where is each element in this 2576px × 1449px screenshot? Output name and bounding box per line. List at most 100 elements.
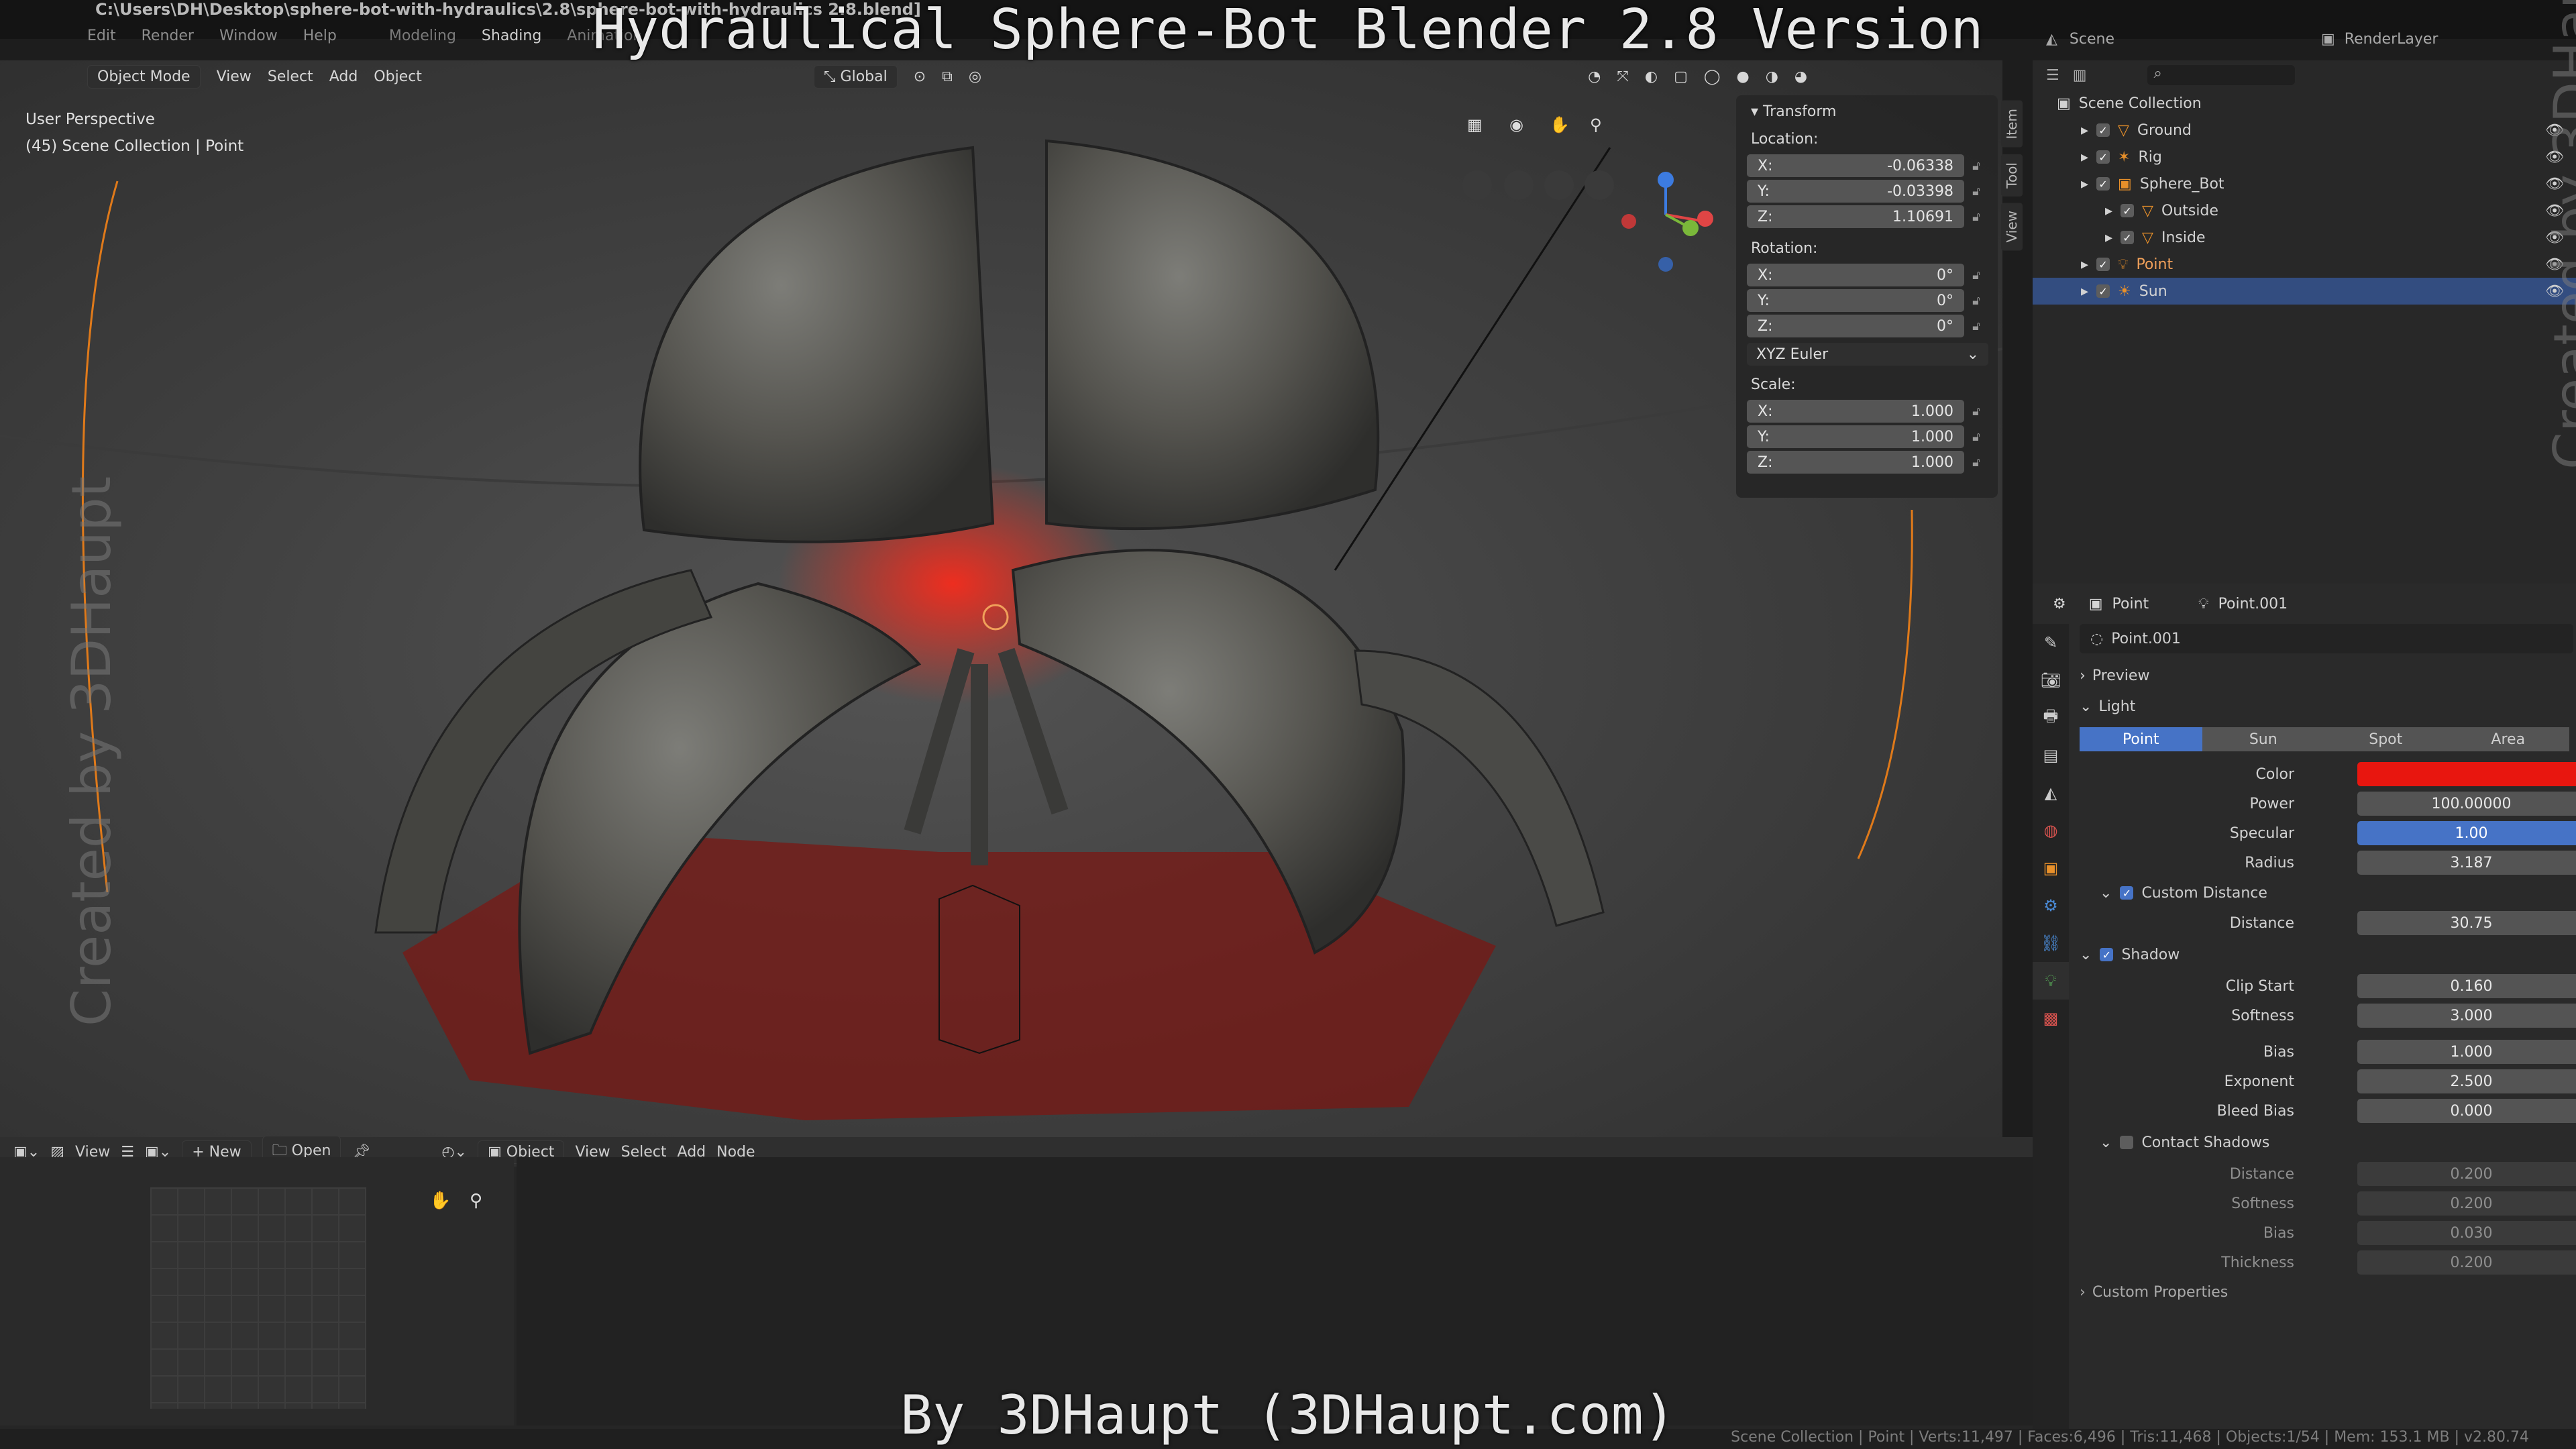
datablock-selector[interactable]: ◌ Point.001	[2080, 624, 2573, 653]
scene-tab-icon[interactable]: ◭	[2033, 774, 2069, 812]
outliner-item-inside[interactable]: ▸ ✓ ▽ Inside 👁︎	[2033, 224, 2576, 251]
rotation-mode-dropdown[interactable]: XYZ Euler ⌄	[1747, 343, 1988, 366]
xray-icon[interactable]: ▢	[1674, 68, 1688, 85]
outliner-item-outside[interactable]: ▸ ✓ ▽ Outside 👁︎	[2033, 197, 2576, 224]
cs-softness-field[interactable]: 0.200	[2357, 1191, 2576, 1216]
constraint-tab-icon[interactable]: ⛓	[2033, 924, 2069, 962]
3d-viewport[interactable]	[0, 60, 2002, 1137]
rotation-z-field[interactable]: Z: 0°	[1747, 315, 1964, 337]
wireframe-shading-icon[interactable]: ◯	[1704, 68, 1721, 85]
navigation-gizmo[interactable]	[1621, 172, 1713, 272]
tab-tool[interactable]: Tool	[2001, 154, 2023, 197]
exclude-checkbox[interactable]: ✓	[2096, 123, 2110, 137]
location-z-field[interactable]: Z: 1.10691	[1747, 205, 1964, 228]
proportional-edit-icon[interactable]: ◎	[969, 68, 981, 85]
solid-shading-icon[interactable]: ●	[1737, 68, 1750, 85]
expand-arrow-icon[interactable]: ▸	[2081, 149, 2088, 166]
expand-arrow-icon[interactable]: ▸	[2081, 256, 2088, 273]
custom-distance-checkbox[interactable]: ✓	[2120, 886, 2134, 900]
lock-icon[interactable]: 🔓︎	[1964, 455, 1988, 470]
outliner-item-ground[interactable]: ▸ ✓ ▽ Ground 👁︎	[2033, 117, 2576, 144]
light-type-sun[interactable]: Sun	[2202, 727, 2324, 751]
exclude-checkbox[interactable]: ✓	[2096, 177, 2110, 191]
lock-icon[interactable]: 🔓︎	[1964, 319, 1988, 333]
exponent-field[interactable]: 2.500	[2357, 1069, 2576, 1093]
outliner-root[interactable]: ▣ Scene Collection	[2033, 90, 2576, 117]
bias-field[interactable]: 1.000	[2357, 1040, 2576, 1064]
preview-section[interactable]: › Preview	[2080, 660, 2576, 691]
light-type-spot[interactable]: Spot	[2324, 727, 2447, 751]
exclude-checkbox[interactable]: ✓	[2096, 258, 2110, 271]
grid-view-icon[interactable]: ▦	[1467, 115, 1483, 134]
exclude-checkbox[interactable]: ✓	[2121, 231, 2135, 244]
lock-icon[interactable]: 🔓︎	[1964, 268, 1988, 282]
radius-field[interactable]: 3.187	[2357, 851, 2576, 875]
custom-properties-section[interactable]: › Custom Properties	[2080, 1277, 2576, 1307]
render-tab-icon[interactable]: 📷︎	[2033, 661, 2069, 699]
scale-x-field[interactable]: X: 1.000	[1747, 400, 1964, 423]
camera-view-icon[interactable]: ◉	[1509, 115, 1523, 134]
color-swatch[interactable]	[2357, 762, 2576, 786]
lock-icon[interactable]: 🔓︎	[1964, 159, 1988, 173]
power-field[interactable]: 100.00000	[2357, 792, 2576, 816]
light-type-area[interactable]: Area	[2447, 727, 2569, 751]
world-tab-icon[interactable]: ◍	[2033, 812, 2069, 849]
object-mode-dropdown[interactable]: Object Mode	[87, 64, 201, 89]
transform-header[interactable]: ▾ Transform	[1751, 103, 1998, 120]
clip-start-field[interactable]: 0.160	[2357, 974, 2576, 998]
lock-icon[interactable]: 🔓︎	[1964, 294, 1988, 308]
lock-icon[interactable]: 🔓︎	[1964, 184, 1988, 199]
transform-orientation-dropdown[interactable]: ⤡ Global	[813, 64, 898, 89]
light-section[interactable]: ⌄ Light	[2080, 691, 2576, 722]
softness-field[interactable]: 3.000	[2357, 1004, 2576, 1028]
expand-arrow-icon[interactable]: ▸	[2105, 229, 2112, 246]
lock-icon[interactable]: 🔓︎	[1964, 405, 1988, 419]
lock-icon[interactable]: 🔓︎	[1964, 430, 1988, 444]
lock-icon[interactable]: 🔓︎	[1964, 210, 1988, 224]
snap-icon[interactable]: ⧉	[942, 68, 953, 85]
light-type-point[interactable]: Point	[2080, 727, 2202, 751]
zoom-icon[interactable]: ⚲	[470, 1191, 482, 1211]
bleed-bias-field[interactable]: 0.000	[2357, 1099, 2576, 1123]
tab-view[interactable]: View	[2001, 203, 2023, 251]
view-layer-tab-icon[interactable]: ▤	[2033, 737, 2069, 774]
exclude-checkbox[interactable]: ✓	[2096, 284, 2110, 298]
exclude-checkbox[interactable]: ✓	[2096, 150, 2110, 164]
light-data-tab-icon[interactable]: 💡︎	[2033, 962, 2069, 1000]
shadow-section[interactable]: ⌄ ✓ Shadow	[2080, 938, 2576, 971]
search-input[interactable]: ⌕	[2147, 65, 2295, 85]
rendered-shading-icon[interactable]: ◕	[1794, 68, 1807, 85]
contact-shadows-checkbox[interactable]	[2120, 1136, 2134, 1149]
location-x-field[interactable]: X: -0.06338	[1747, 154, 1964, 177]
output-tab-icon[interactable]: 🖶	[2033, 699, 2069, 737]
rotation-y-field[interactable]: Y: 0°	[1747, 289, 1964, 312]
pan-hand-icon[interactable]: ✋	[429, 1191, 451, 1211]
visibility-icon[interactable]: ◔	[1588, 68, 1601, 85]
display-mode-icon[interactable]: ☰	[2046, 67, 2059, 84]
pan-hand-icon[interactable]: ✋	[1550, 115, 1570, 134]
cs-thickness-field[interactable]: 0.200	[2357, 1250, 2576, 1275]
expand-arrow-icon[interactable]: ▸	[2081, 283, 2088, 300]
scale-y-field[interactable]: Y: 1.000	[1747, 425, 1964, 448]
modifier-tab-icon[interactable]: ⚙	[2033, 887, 2069, 924]
texture-tab-icon[interactable]: ▩	[2033, 1000, 2069, 1037]
expand-arrow-icon[interactable]: ▸	[2081, 176, 2088, 193]
outliner-item-rig[interactable]: ▸ ✓ ✶ Rig 👁︎	[2033, 144, 2576, 170]
outliner-item-sphere-bot[interactable]: ▸ ✓ ▣ Sphere_Bot 👁︎	[2033, 170, 2576, 197]
specular-slider[interactable]: 1.00	[2357, 821, 2576, 845]
filter-icon[interactable]: ▥	[2073, 67, 2087, 84]
pivot-icon[interactable]: ⊙	[914, 68, 926, 85]
contact-shadows-section[interactable]: ⌄ Contact Shadows	[2080, 1126, 2576, 1159]
cs-distance-field[interactable]: 0.200	[2357, 1162, 2576, 1186]
shadow-checkbox[interactable]: ✓	[2100, 948, 2114, 961]
cs-bias-field[interactable]: 0.030	[2357, 1221, 2576, 1245]
tool-tab-icon[interactable]: ✎	[2033, 624, 2069, 661]
exclude-checkbox[interactable]: ✓	[2121, 204, 2135, 217]
editor-type-icon[interactable]: ⚙	[2053, 596, 2066, 612]
rotation-x-field[interactable]: X: 0°	[1747, 264, 1964, 286]
outliner-item-sun[interactable]: ▸ ✓ ☀ Sun 👁︎	[2033, 278, 2576, 305]
viewport-menu-select[interactable]: Select	[268, 68, 313, 85]
expand-arrow-icon[interactable]: ▸	[2081, 122, 2088, 139]
scale-z-field[interactable]: Z: 1.000	[1747, 451, 1964, 474]
zoom-icon[interactable]: ⚲	[1590, 115, 1602, 134]
